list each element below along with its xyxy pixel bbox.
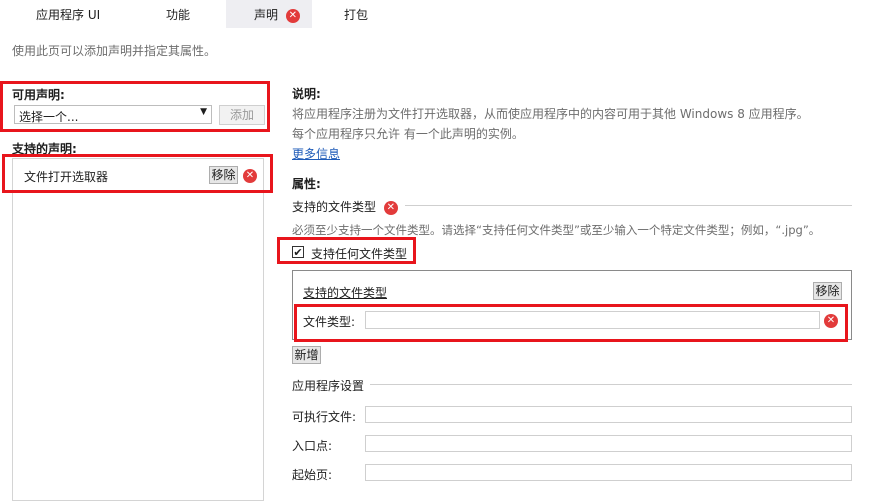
declarations-list	[12, 158, 264, 501]
highlight-available	[0, 81, 270, 132]
exe-label: 可执行文件:	[292, 410, 357, 424]
tab-declarations[interactable]: 声明 ✕	[226, 0, 312, 28]
group-title: 支持的文件类型	[303, 286, 388, 300]
app-settings-heading: 应用程序设置	[292, 379, 365, 393]
remove-filetype-button[interactable]: 移除	[813, 282, 842, 300]
filetypes-heading: 支持的文件类型 ✕	[292, 198, 398, 215]
description-line-2: 每个应用程序只允许 有一个此声明的实例。	[292, 127, 524, 141]
entry-label: 入口点:	[292, 439, 333, 453]
filetypes-heading-text: 支持的文件类型	[292, 200, 377, 214]
tab-label: 功能	[166, 8, 191, 22]
highlight-supported	[2, 154, 273, 193]
exe-input[interactable]	[365, 406, 852, 423]
tab-packaging[interactable]: 打包	[344, 0, 368, 28]
start-input[interactable]	[365, 464, 852, 481]
error-icon: ✕	[383, 200, 398, 215]
tab-bar: 应用程序 UI 功能 声明 ✕ 打包	[0, 0, 883, 28]
filetypes-hint: 必须至少支持一个文件类型。请选择“支持任何文件类型”或至少输入一个特定文件类型；…	[292, 223, 821, 237]
start-label: 起始页:	[292, 468, 333, 482]
description-heading: 说明:	[292, 87, 321, 101]
error-icon: ✕	[285, 8, 300, 23]
more-info-link[interactable]: 更多信息	[292, 145, 340, 162]
tab-label: 应用程序 UI	[36, 8, 101, 22]
add-filetype-button[interactable]: 新增	[292, 346, 321, 364]
properties-heading: 属性:	[292, 177, 321, 191]
highlight-checkbox	[277, 237, 416, 264]
tab-app-ui[interactable]: 应用程序 UI	[36, 0, 100, 28]
intro-text: 使用此页可以添加声明并指定其属性。	[12, 44, 217, 58]
description-line-1: 将应用程序注册为文件打开选取器，从而使应用程序中的内容可用于其他 Windows…	[292, 107, 809, 121]
divider	[370, 384, 852, 385]
tab-label: 打包	[344, 8, 369, 22]
entry-input[interactable]	[365, 435, 852, 452]
tab-label: 声明	[254, 8, 279, 22]
tab-capabilities[interactable]: 功能	[166, 0, 190, 28]
divider	[405, 205, 852, 206]
highlight-filetype	[294, 304, 848, 342]
